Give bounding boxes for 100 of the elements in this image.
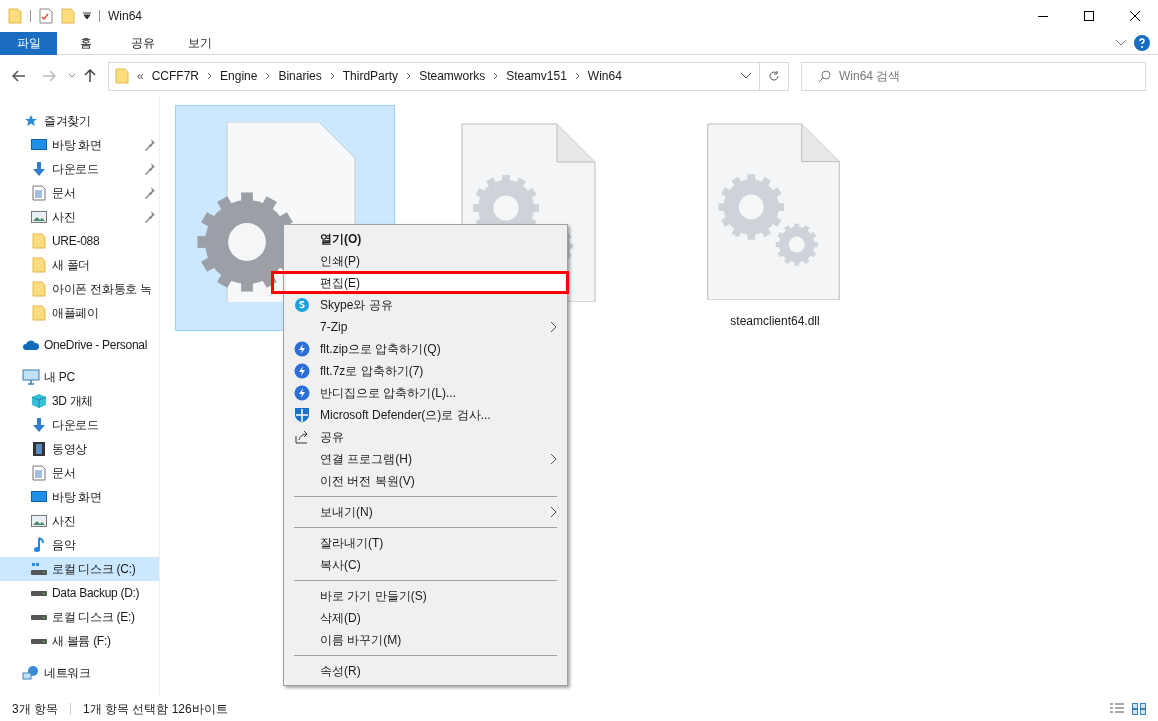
nav-item[interactable]: 네트워크	[0, 661, 159, 685]
nav-item[interactable]: 문서	[0, 181, 159, 205]
chevron-down-icon[interactable]	[1116, 40, 1126, 46]
breadcrumb-item[interactable]: Win64	[587, 67, 622, 85]
properties-icon[interactable]	[39, 8, 53, 24]
menu-item[interactable]: 보내기(N)	[286, 501, 565, 523]
nav-item[interactable]: 새 폴더	[0, 253, 159, 277]
menu-item[interactable]: 열기(O)	[286, 228, 565, 250]
chat-icon	[294, 297, 310, 313]
download-icon	[31, 161, 47, 177]
menu-item[interactable]: Skype와 공유	[286, 294, 565, 316]
minimize-icon	[1038, 15, 1048, 17]
menu-item[interactable]: 이름 바꾸기(M)	[286, 629, 565, 651]
chevron-down-icon[interactable]	[68, 73, 76, 79]
network-icon	[22, 665, 40, 681]
nav-item[interactable]: URE-088	[0, 229, 159, 253]
menu-item[interactable]: 바로 가기 만들기(S)	[286, 585, 565, 607]
ribbon-tab[interactable]: 파일	[0, 31, 57, 55]
pin-icon[interactable]	[145, 187, 155, 199]
search-box[interactable]: Win64 검색	[801, 61, 1146, 91]
breadcrumb-item[interactable]: Steamv151	[506, 67, 567, 85]
address-bar[interactable]: « CCFF7R Engine Binaries ThirdParty Steamworks Steamv151 Win64	[108, 61, 760, 91]
chevron-right-icon[interactable]	[265, 72, 271, 80]
up-arrow-icon[interactable]	[84, 69, 96, 83]
nav-item[interactable]: 로컬 디스크 (C:)	[0, 557, 159, 581]
nav-item[interactable]: 다운로드	[0, 413, 159, 437]
nav-label: 아이폰 전화통호 녹	[52, 281, 153, 298]
chevron-right-icon[interactable]	[493, 72, 499, 80]
lightning-icon	[294, 341, 310, 357]
breadcrumb-item[interactable]: Steamworks	[419, 67, 486, 85]
chevron-down-icon[interactable]	[741, 73, 751, 79]
breadcrumb-item[interactable]: Binaries	[278, 67, 322, 85]
help-icon[interactable]	[1134, 35, 1150, 51]
nav-item[interactable]: 문서	[0, 461, 159, 485]
ribbon-tab[interactable]: 홈	[57, 31, 114, 55]
chevron-right-icon[interactable]	[574, 72, 580, 80]
monitor-icon	[31, 138, 47, 152]
picture-icon	[31, 514, 47, 528]
menu-item[interactable]: 잘라내기(T)	[286, 532, 565, 554]
menu-item[interactable]: 연결 프로그램(H)	[286, 448, 565, 470]
nav-label: 네트워크	[44, 665, 92, 682]
monitor-icon	[31, 490, 47, 504]
picture-icon	[31, 210, 47, 224]
nav-label: 내 PC	[44, 369, 76, 386]
file-item[interactable]: steamclient64.dll	[665, 105, 885, 331]
nav-item[interactable]: 내 PC	[0, 365, 159, 389]
ribbon-tab[interactable]: 보기	[171, 31, 228, 55]
nav-item[interactable]: Data Backup (D:)	[0, 581, 159, 605]
menu-item[interactable]: 반디집으로 압축하기(L)...	[286, 382, 565, 404]
chevron-right-icon[interactable]	[406, 72, 412, 80]
breadcrumb-item[interactable]: ThirdParty	[342, 67, 399, 85]
details-view-icon[interactable]	[1110, 703, 1124, 715]
nav-item[interactable]: 바탕 화면	[0, 133, 159, 157]
nav-item[interactable]: 음악	[0, 533, 159, 557]
cloud-icon	[22, 339, 40, 351]
ribbon-tab[interactable]: 공유	[114, 31, 171, 55]
menu-item[interactable]: 7-Zip	[286, 316, 565, 338]
nav-item[interactable]: 동영상	[0, 437, 159, 461]
menu-item[interactable]: 속성(R)	[286, 660, 565, 682]
menu-item[interactable]: Microsoft Defender(으)로 검사...	[286, 404, 565, 426]
breadcrumb-item[interactable]: CCFF7R	[151, 67, 200, 85]
menu-item[interactable]: 공유	[286, 426, 565, 448]
nav-item[interactable]: 새 볼륨 (F:)	[0, 629, 159, 653]
menu-item[interactable]: 복사(C)	[286, 554, 565, 576]
drive-icon	[31, 614, 47, 620]
menu-item[interactable]: 인쇄(P)	[286, 250, 565, 272]
overflow-indicator[interactable]: «	[137, 67, 144, 85]
refresh-button[interactable]	[760, 61, 789, 91]
large-icons-view-icon[interactable]	[1132, 703, 1146, 715]
file-name: steamclient64.dll	[730, 313, 820, 330]
nav-item[interactable]: 사진	[0, 205, 159, 229]
nav-item[interactable]: 즐겨찾기	[0, 109, 159, 133]
folder-icon	[8, 8, 22, 24]
nav-label: 사진	[52, 209, 77, 226]
search-field[interactable]: Win64 검색	[839, 67, 1145, 85]
back-icon[interactable]	[12, 70, 26, 82]
nav-label: 3D 개체	[52, 393, 95, 410]
pin-icon[interactable]	[145, 211, 155, 223]
menu-item[interactable]: flt.7z로 압축하기(7)	[286, 360, 565, 382]
menu-item[interactable]: 이전 버전 복원(V)	[286, 470, 565, 492]
pin-icon[interactable]	[145, 139, 155, 151]
drive-icon	[30, 562, 48, 576]
nav-label: 즐겨찾기	[44, 113, 92, 130]
nav-item[interactable]: 아이폰 전화통호 녹	[0, 277, 159, 301]
drive-icon	[31, 590, 47, 596]
nav-item[interactable]: 바탕 화면	[0, 485, 159, 509]
pin-icon[interactable]	[145, 163, 155, 175]
nav-item[interactable]: 3D 개체	[0, 389, 159, 413]
nav-item[interactable]: 로컬 디스크 (E:)	[0, 605, 159, 629]
chevron-right-icon[interactable]	[207, 72, 213, 80]
menu-item[interactable]: 삭제(D)	[286, 607, 565, 629]
nav-item[interactable]: 사진	[0, 509, 159, 533]
breadcrumb-item[interactable]: Engine	[220, 67, 258, 85]
dropdown-icon[interactable]	[83, 12, 91, 20]
nav-item[interactable]: OneDrive - Personal	[0, 333, 159, 357]
nav-item[interactable]: 다운로드	[0, 157, 159, 181]
chevron-right-icon[interactable]	[329, 72, 335, 80]
nav-item[interactable]: 애플페이	[0, 301, 159, 325]
folder-icon	[32, 233, 46, 249]
menu-item[interactable]: flt.zip으로 압축하기(Q)	[286, 338, 565, 360]
